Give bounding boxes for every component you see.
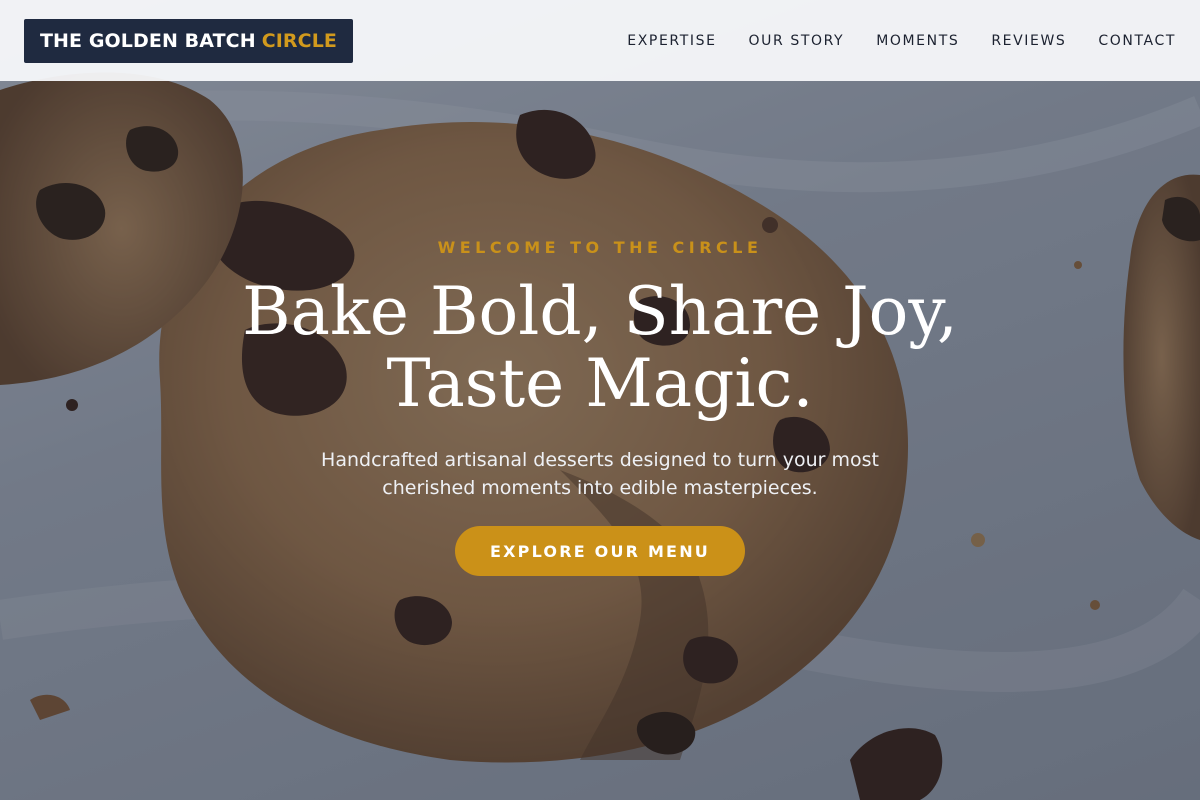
brand-name: THE GOLDEN BATCH [40,29,256,52]
explore-menu-button[interactable]: EXPLORE OUR MENU [455,526,745,576]
hero-headline-line-2: Taste Magic. [386,345,814,422]
brand-name-accent: CIRCLE [261,29,337,52]
hero-subtitle: Handcrafted artisanal desserts designed … [321,449,879,499]
site-header: THE GOLDEN BATCH CIRCLE EXPERTISE OUR ST… [0,0,1200,81]
main-nav: EXPERTISE OUR STORY MOMENTS REVIEWS CONT… [627,33,1176,49]
nav-link-moments[interactable]: MOMENTS [876,33,959,49]
brand-logo[interactable]: THE GOLDEN BATCH CIRCLE [24,18,353,63]
hero-section: WELCOME TO THE CIRCLE Bake Bold, Share J… [0,0,1200,800]
nav-link-our-story[interactable]: OUR STORY [749,33,845,49]
hero-headline-line-1: Bake Bold, Share Joy, [242,273,958,350]
nav-link-expertise[interactable]: EXPERTISE [627,33,716,49]
hero-headline: Bake Bold, Share Joy, Taste Magic. [200,276,1000,420]
nav-link-reviews[interactable]: REVIEWS [991,33,1066,49]
hero-eyebrow: WELCOME TO THE CIRCLE [437,238,763,257]
nav-link-contact[interactable]: CONTACT [1098,33,1176,49]
